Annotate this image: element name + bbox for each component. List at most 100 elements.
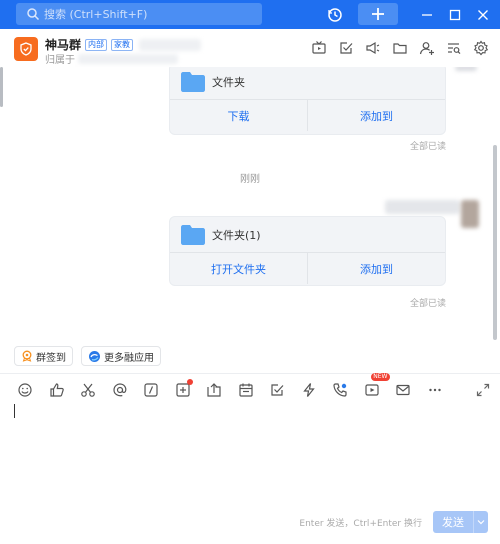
ellipsis-icon xyxy=(427,382,443,398)
send-hint: Enter 发送，Ctrl+Enter 换行 xyxy=(299,519,422,529)
apps-icon xyxy=(88,350,101,363)
school-tag: 家教 xyxy=(111,38,134,51)
send-options-button[interactable] xyxy=(473,511,488,533)
blurred-org xyxy=(78,53,178,64)
screenshot-button[interactable] xyxy=(79,381,97,399)
group-avatar[interactable] xyxy=(14,37,38,61)
at-icon xyxy=(112,382,128,398)
more-apps-label: 更多融应用 xyxy=(104,352,154,364)
checkbox-icon xyxy=(338,40,354,56)
group-subtitle: 归属于 xyxy=(45,51,178,66)
more-tools-button[interactable] xyxy=(426,381,444,399)
apps-panel-button[interactable] xyxy=(174,379,193,399)
add-to-button[interactable]: 添加到 xyxy=(307,253,445,284)
left-scroll-indicator xyxy=(0,67,3,107)
emoji-button[interactable] xyxy=(16,381,34,399)
search-icon xyxy=(26,7,40,21)
minimize-button[interactable] xyxy=(416,0,438,29)
check-square-icon xyxy=(269,382,285,398)
like-button[interactable] xyxy=(48,381,66,399)
maximize-icon xyxy=(449,9,461,21)
read-status[interactable]: 全部已读 xyxy=(410,139,446,152)
smile-icon xyxy=(17,382,33,398)
sign-in-icon xyxy=(21,350,33,362)
envelope-icon xyxy=(395,382,411,398)
calendar-button[interactable] xyxy=(237,381,255,399)
chevron-down-icon xyxy=(477,519,485,525)
upload-file-button[interactable] xyxy=(205,381,223,399)
search-placeholder: 搜索 (Ctrl+Shift+F) xyxy=(44,8,148,21)
blurred-avatar xyxy=(461,200,479,228)
title-bar: 搜索 (Ctrl+Shift+F) xyxy=(0,0,500,29)
close-icon xyxy=(477,9,489,21)
shield-icon xyxy=(19,42,33,56)
file-actions: 下载 添加到 xyxy=(170,99,445,131)
todo-button[interactable] xyxy=(268,381,286,399)
expand-composer-button[interactable] xyxy=(474,381,492,399)
add-to-button[interactable]: 添加到 xyxy=(307,100,445,131)
send-button[interactable]: 发送 xyxy=(433,511,473,533)
file-name: 文件夹 xyxy=(212,75,245,89)
thumbs-up-icon xyxy=(49,382,65,398)
call-button[interactable] xyxy=(331,381,349,399)
quick-apps: 群签到 更多融应用 xyxy=(14,346,161,366)
download-button[interactable]: 下载 xyxy=(170,100,307,131)
settings-button[interactable] xyxy=(472,39,490,57)
history-button[interactable] xyxy=(322,0,348,29)
phone-icon xyxy=(332,382,348,398)
notification-dot xyxy=(186,379,193,385)
calendar-icon xyxy=(238,382,254,398)
slash-icon xyxy=(143,382,159,398)
internal-tag: 内部 xyxy=(85,38,108,51)
gear-icon xyxy=(473,40,489,56)
text-caret xyxy=(14,404,15,418)
add-user-icon xyxy=(419,40,435,56)
blurred-info xyxy=(139,38,202,51)
task-button[interactable] xyxy=(337,39,355,57)
live-stream-button[interactable]: NEW xyxy=(363,373,390,399)
composer-divider xyxy=(0,373,500,374)
announcement-button[interactable] xyxy=(364,39,382,57)
message-scrollbar[interactable] xyxy=(493,145,497,340)
megaphone-icon xyxy=(365,40,381,56)
plus-icon xyxy=(371,7,385,21)
maximize-button[interactable] xyxy=(444,0,466,29)
file-info[interactable]: 文件夹 xyxy=(170,67,445,99)
tv-icon xyxy=(311,40,327,56)
file-info[interactable]: 文件夹(1) xyxy=(170,217,445,252)
mail-button[interactable] xyxy=(394,381,412,399)
shortcut-command-button[interactable] xyxy=(142,381,160,399)
message-input[interactable] xyxy=(12,404,488,504)
flash-message-button[interactable] xyxy=(300,381,318,399)
add-member-button[interactable] xyxy=(418,39,436,57)
close-button[interactable] xyxy=(472,0,494,29)
minimize-icon xyxy=(421,9,433,21)
file-message-1[interactable]: 文件夹 下载 添加到 xyxy=(169,67,446,135)
file-actions: 打开文件夹 添加到 xyxy=(170,252,445,284)
open-folder-button[interactable]: 打开文件夹 xyxy=(170,253,307,284)
new-badge: NEW xyxy=(371,373,390,381)
file-message-2[interactable]: 文件夹(1) 打开文件夹 添加到 xyxy=(169,216,446,286)
file-name: 文件夹(1) xyxy=(212,228,261,242)
video-icon xyxy=(364,382,380,398)
create-button[interactable] xyxy=(358,3,398,25)
group-sign-in-button[interactable]: 群签到 xyxy=(14,346,73,366)
sign-in-label: 群签到 xyxy=(36,352,66,364)
folder-icon xyxy=(392,40,408,56)
belongs-label: 归属于 xyxy=(45,55,75,66)
search-history-button[interactable] xyxy=(445,39,463,57)
mention-button[interactable] xyxy=(111,381,129,399)
blurred-sender-name xyxy=(385,200,460,214)
files-button[interactable] xyxy=(391,39,409,57)
send-button-group: 发送 xyxy=(433,511,488,533)
upload-icon xyxy=(206,382,222,398)
read-status[interactable]: 全部已读 xyxy=(410,296,446,309)
search-box[interactable]: 搜索 (Ctrl+Shift+F) xyxy=(16,3,262,25)
live-button[interactable] xyxy=(310,39,328,57)
history-icon xyxy=(327,7,343,23)
composer-toolbar: NEW xyxy=(16,373,444,399)
lightning-icon xyxy=(301,382,317,398)
blurred-avatar-top xyxy=(455,67,477,71)
message-list[interactable]: 文件夹 下载 添加到 全部已读 刚刚 文件夹(1) 打开文件夹 添加到 全部已读 xyxy=(0,67,500,342)
more-apps-button[interactable]: 更多融应用 xyxy=(81,346,161,366)
